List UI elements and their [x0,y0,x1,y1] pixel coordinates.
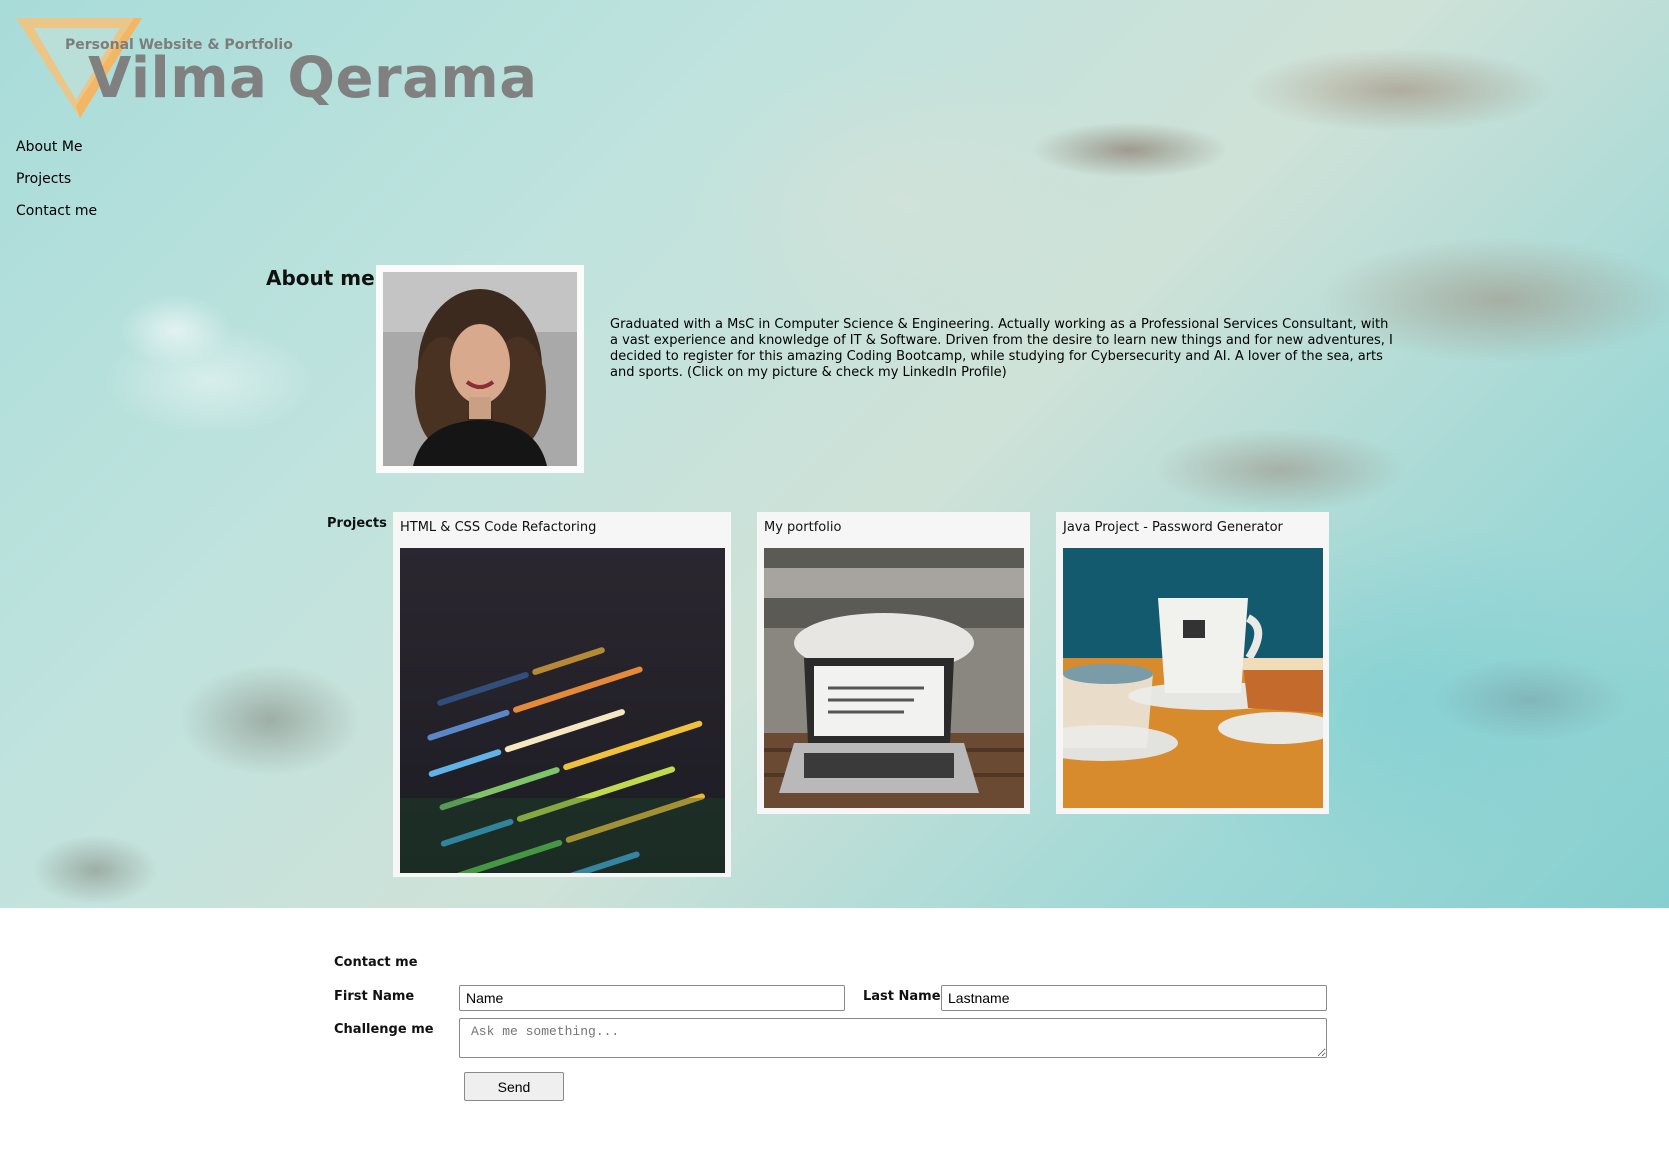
first-name-field[interactable] [459,985,845,1011]
profile-photo-link[interactable] [376,265,584,473]
last-name-label: Last Name [863,989,941,1004]
projects-heading: Projects [327,516,387,531]
laptop-image [764,548,1024,808]
project-card-my-portfolio[interactable]: My portfolio [757,512,1030,814]
contact-heading: Contact me [334,955,418,970]
about-heading: About me [266,266,375,290]
code-screen-image [400,548,725,873]
nav-link-about-me[interactable]: About Me [16,137,97,169]
project-title: Java Project - Password Generator [1063,520,1283,535]
about-text: Graduated with a MsC in Computer Science… [610,317,1393,380]
message-textarea[interactable] [459,1018,1327,1058]
profile-photo [383,272,577,466]
challenge-me-label: Challenge me [334,1022,434,1037]
project-card-code-refactoring[interactable]: HTML & CSS Code Refactoring [393,512,731,877]
project-card-password-generator[interactable]: Java Project - Password Generator [1056,512,1329,814]
nav-link-projects[interactable]: Projects [16,169,97,201]
hero-background: Personal Website & Portfolio Vilma Qeram… [0,0,1669,908]
last-name-field[interactable] [941,985,1327,1011]
project-title: HTML & CSS Code Refactoring [400,520,597,535]
first-name-label: First Name [334,989,415,1004]
send-button[interactable]: Send [464,1072,564,1101]
project-title: My portfolio [764,520,842,535]
main-nav: About Me Projects Contact me [16,137,97,233]
coffee-cups-image [1063,548,1323,808]
site-owner-name: Vilma Qerama [88,46,538,111]
nav-link-contact-me[interactable]: Contact me [16,201,97,233]
